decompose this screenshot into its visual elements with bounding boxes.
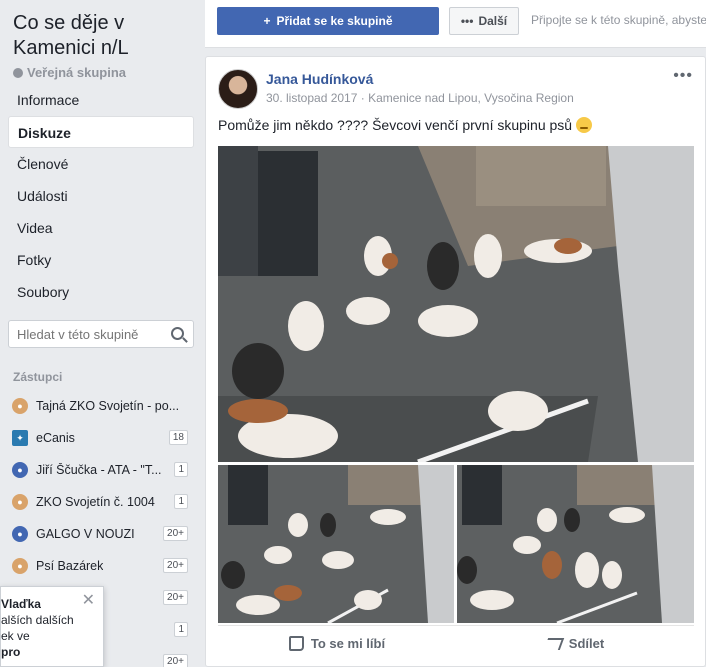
photo-2-image [218,465,454,623]
join-group-button[interactable]: + Přidat se ke skupině [217,7,439,35]
like-button[interactable]: To se mi líbí [218,626,456,661]
share-label: Sdílet [568,636,605,651]
paw-icon: ● [12,494,28,510]
left-sidebar: Co se děje v Kamenici n/L Veřejná skupin… [0,0,200,667]
post-text: Pomůže jim někdo ???? Ševcovi venčí prvn… [218,117,573,133]
nav-item-videa[interactable]: Videa [8,212,194,244]
post-location[interactable]: Kamenice nad Lipou, Vysočina Region [368,91,574,105]
thumbs-up-icon [288,636,304,651]
search-icon[interactable] [171,327,184,340]
group-privacy-label: Veřejná skupina [27,65,126,80]
close-icon[interactable]: ✕ [82,593,95,609]
post-options-icon[interactable]: ••• [673,67,693,85]
share-button[interactable]: Sdílet [456,626,694,661]
nav-item-soubory[interactable]: Soubory [8,276,194,308]
shortcut-badge: 18 [168,430,188,445]
join-hint: Připojte se k této skupině, abyste [531,13,706,27]
shortcut-item[interactable]: ✦ eCanis 18 [8,422,194,454]
avatar[interactable] [218,69,258,109]
group-search [8,320,194,348]
post-text-row: Pomůže jim někdo ???? Ševcovi venčí prvn… [218,117,592,133]
post-meta: 30. listopad 2017 · Kamenice nad Lipou, … [266,91,574,105]
popup-line: ek ve [1,629,30,643]
shortcut-badge: 20+ [163,526,188,541]
shortcut-label: Jiří Ščučka - ATA - "T... [36,463,162,477]
search-input[interactable] [17,326,167,342]
photo-3-image [457,465,694,623]
group-title[interactable]: Co se děje v Kamenici n/L [13,11,193,61]
like-label: To se mi líbí [310,636,386,651]
nav-item-udalosti[interactable]: Události [8,180,194,212]
shortcut-item[interactable]: ● Jiří Ščučka - ATA - "T... 1 [8,454,194,486]
globe-icon [13,67,23,78]
shortcut-label: Tajná ZKO Svojetín - po... [36,399,180,413]
shortcut-label: Psí Bazárek [36,559,104,573]
shortcuts-heading: Zástupci [13,370,63,384]
group-privacy: Veřejná skupina [13,65,126,80]
join-group-label: Přidat se ke skupině [276,14,393,28]
shortcut-badge: 20+ [163,590,188,605]
ecanis-icon: ✦ [12,430,28,446]
group-nav: Informace Diskuze Členové Události Videa… [8,84,194,308]
post-photo-main[interactable] [218,146,694,462]
nav-item-diskuze[interactable]: Diskuze [8,116,194,148]
popup-line: alších dalších [1,613,74,627]
shortcut-item[interactable]: ● GALGO V NOUZI 20+ [8,518,194,550]
nav-item-fotky[interactable]: Fotky [8,244,194,276]
post-actions: To se mi líbí Sdílet [218,625,694,661]
feed-post: Jana Hudínková 30. listopad 2017 · Kamen… [205,56,706,667]
post-photo-2[interactable] [218,465,454,623]
shortcut-badge: 20+ [163,558,188,573]
popup-line: pro [1,645,21,659]
group-icon: ● [12,526,28,542]
post-author[interactable]: Jana Hudínková [266,71,373,87]
emoji-icon [575,117,592,133]
shortcut-label: ZKO Svojetín č. 1004 [36,495,155,509]
shortcut-item[interactable]: ● ZKO Svojetín č. 1004 1 [8,486,194,518]
more-button[interactable]: ••• Další [449,7,519,35]
shortcut-item[interactable]: ● Psí Bazárek 20+ [8,550,194,582]
share-arrow-icon [543,637,564,650]
shortcut-badge: 1 [174,622,188,637]
nav-item-clenove[interactable]: Členové [8,148,194,180]
shortcut-label: eCanis [36,431,75,445]
group-icon: ● [12,462,28,478]
plus-icon: + [263,14,271,28]
post-photo-3[interactable] [457,465,694,623]
shortcut-badge: 20+ [163,654,188,667]
more-dots-icon: ••• [460,14,474,28]
shortcut-badge: 1 [174,462,188,477]
nav-item-informace[interactable]: Informace [8,84,194,116]
paw-icon: ● [12,558,28,574]
chat-popup[interactable]: ✕ Vlaďka alších dalších ek ve pro [0,586,104,667]
photo-main-image [218,146,694,462]
group-actions-bar: + Přidat se ke skupině ••• Další Připojt… [205,0,706,48]
paw-icon: ● [12,398,28,414]
shortcut-badge: 1 [174,494,188,509]
shortcut-item[interactable]: ● Tajná ZKO Svojetín - po... [8,390,194,422]
shortcut-label: GALGO V NOUZI [36,527,135,541]
post-date[interactable]: 30. listopad 2017 [266,91,357,105]
more-label: Další [478,14,508,28]
